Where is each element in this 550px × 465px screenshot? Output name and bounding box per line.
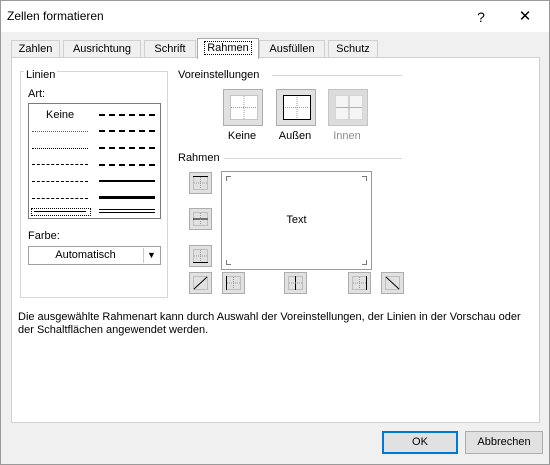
border-inside-horizontal-button[interactable] bbox=[189, 208, 212, 230]
ok-button[interactable]: OK bbox=[382, 431, 458, 454]
tab-schutz[interactable]: Schutz bbox=[328, 40, 378, 58]
color-value: Automatisch bbox=[55, 249, 116, 261]
border-bottom-button[interactable] bbox=[189, 245, 212, 267]
tab-rahmen[interactable]: Rahmen bbox=[197, 38, 259, 59]
border-inside-vertical-button[interactable] bbox=[284, 272, 307, 294]
dialog-title: Zellen formatieren bbox=[7, 9, 104, 23]
preset-inside-icon bbox=[335, 95, 363, 120]
line-style-medium-dashed[interactable] bbox=[99, 164, 155, 166]
border-left-button[interactable] bbox=[222, 272, 245, 294]
preview-corner-mark bbox=[226, 260, 231, 265]
cancel-label: Abbrechen bbox=[477, 436, 531, 448]
border-right-icon bbox=[352, 276, 367, 290]
border-top-icon bbox=[193, 176, 208, 190]
lines-group-label: Linien bbox=[24, 69, 58, 81]
diagonal-down-icon bbox=[385, 276, 400, 290]
border-inside-horizontal-icon bbox=[193, 212, 208, 226]
title-bar: Zellen formatieren ? ✕ bbox=[1, 1, 549, 32]
preset-none-button[interactable] bbox=[223, 89, 263, 126]
presets-separator bbox=[272, 75, 402, 76]
border-separator bbox=[224, 158, 402, 159]
preset-none-icon bbox=[230, 95, 258, 120]
border-inside-vertical-icon bbox=[288, 276, 303, 290]
tab-label: Zahlen bbox=[18, 43, 53, 55]
chevron-down-icon[interactable]: ▼ bbox=[143, 248, 159, 263]
preset-none-label: Keine bbox=[227, 130, 257, 142]
preset-outline-icon bbox=[283, 95, 311, 120]
line-style-dash-dot-dot[interactable] bbox=[32, 164, 88, 165]
border-diagonal-down-button[interactable] bbox=[381, 272, 404, 294]
tab-label: Rahmen bbox=[204, 41, 252, 55]
tab-label: Schrift bbox=[154, 43, 186, 55]
preview-text: Text bbox=[286, 214, 307, 226]
line-style-thick[interactable] bbox=[99, 196, 155, 199]
help-icon[interactable]: ? bbox=[471, 7, 491, 27]
presets-group-label: Voreinstellungen bbox=[178, 69, 260, 81]
preset-outline-label: Außen bbox=[278, 130, 312, 142]
tab-ausrichtung[interactable]: Ausrichtung bbox=[63, 40, 141, 58]
line-style-none[interactable]: Keine bbox=[46, 109, 74, 121]
line-style-dashed[interactable] bbox=[32, 198, 88, 199]
line-style-list[interactable]: Keine bbox=[28, 103, 161, 219]
border-group-label: Rahmen bbox=[178, 152, 220, 164]
line-style-slant-dash-dot[interactable] bbox=[99, 130, 155, 132]
line-style-medium-dash-dot-dot[interactable] bbox=[99, 114, 155, 116]
border-bottom-icon bbox=[193, 249, 208, 263]
border-preview[interactable]: Text bbox=[221, 171, 372, 270]
tab-label: Schutz bbox=[336, 43, 370, 55]
tab-schrift[interactable]: Schrift bbox=[144, 40, 196, 58]
line-style-dash-dot[interactable] bbox=[32, 181, 88, 182]
close-icon[interactable]: ✕ bbox=[515, 7, 535, 27]
preset-inside-label: Innen bbox=[333, 130, 361, 142]
line-style-hair[interactable] bbox=[32, 131, 88, 132]
preview-corner-mark bbox=[226, 176, 231, 181]
border-top-button[interactable] bbox=[189, 172, 212, 194]
tab-label: Ausrichtung bbox=[72, 43, 132, 55]
border-right-button[interactable] bbox=[348, 272, 371, 294]
preset-inside-button[interactable] bbox=[328, 89, 368, 126]
style-label: Art: bbox=[28, 88, 46, 100]
tab-zahlen[interactable]: Zahlen bbox=[11, 40, 60, 58]
color-label: Farbe: bbox=[28, 230, 60, 242]
preview-corner-mark bbox=[362, 176, 367, 181]
line-style-medium[interactable] bbox=[99, 180, 155, 182]
info-text: Die ausgewählte Rahmenart kann durch Aus… bbox=[18, 311, 521, 336]
tab-ausfuellen[interactable]: Ausfüllen bbox=[259, 40, 325, 58]
line-style-thin[interactable] bbox=[34, 211, 86, 212]
line-style-double[interactable] bbox=[99, 209, 155, 213]
cancel-button[interactable]: Abbrechen bbox=[465, 431, 543, 454]
ok-label: OK bbox=[412, 436, 428, 448]
preset-outline-button[interactable] bbox=[276, 89, 316, 126]
preview-corner-mark bbox=[362, 260, 367, 265]
tab-label: Ausfüllen bbox=[269, 43, 315, 55]
format-cells-dialog: Zellen formatieren ? ✕ Zahlen Ausrichtun… bbox=[0, 0, 550, 465]
line-style-dotted[interactable] bbox=[32, 148, 88, 149]
color-dropdown[interactable]: Automatisch ▼ bbox=[28, 246, 161, 265]
border-diagonal-up-button[interactable] bbox=[189, 272, 212, 294]
border-tab-panel: Linien Art: Keine Farbe: Automatisch ▼ V… bbox=[11, 57, 540, 423]
diagonal-up-icon bbox=[193, 276, 208, 290]
line-style-thin-selected[interactable] bbox=[31, 208, 91, 216]
border-left-icon bbox=[226, 276, 241, 290]
line-style-medium-dash-dot[interactable] bbox=[99, 147, 155, 149]
